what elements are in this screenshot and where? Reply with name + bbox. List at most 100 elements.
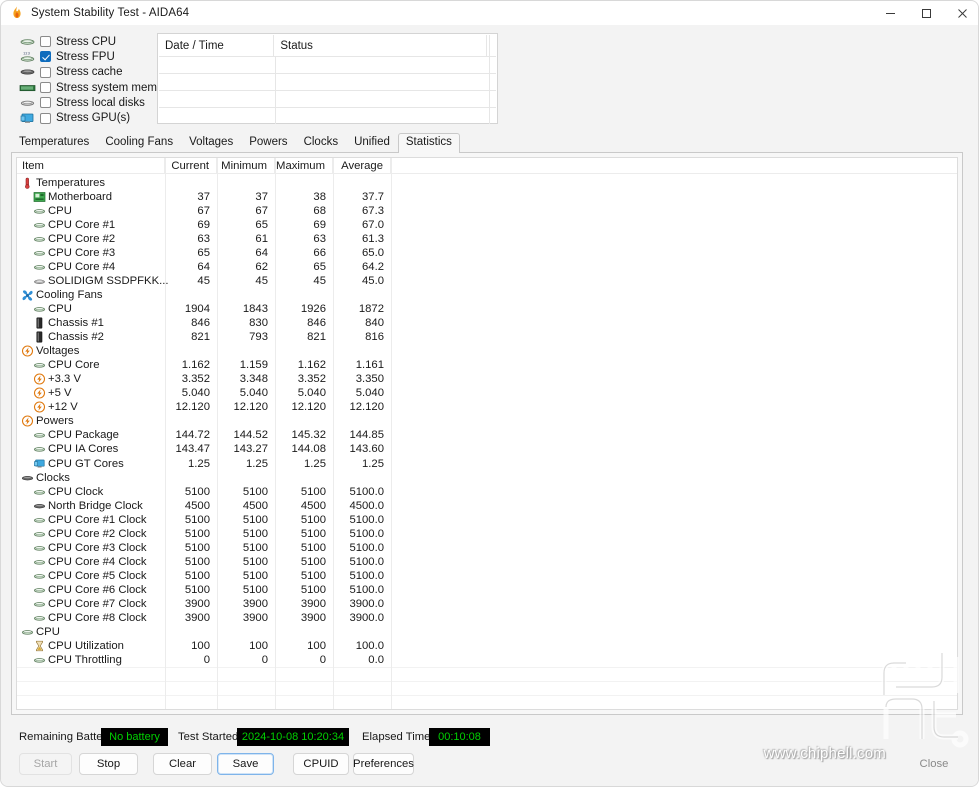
table-row[interactable]: Cooling Fans [17, 288, 957, 302]
column-header-average[interactable]: Average [333, 158, 391, 174]
table-row[interactable]: CPU Core #1 69 65 69 67.0 [17, 218, 957, 232]
chassis-icon [33, 331, 46, 343]
stress-gpu-checkbox[interactable] [40, 112, 51, 124]
row-label-text: CPU GT Cores [48, 457, 124, 470]
table-row[interactable]: CPU Core #4 Clock 5100 5100 5100 5100.0 [17, 555, 957, 569]
stress-option-cache[interactable]: Stress cache [19, 65, 159, 80]
row-maximum-cell: 846 [307, 317, 326, 329]
row-label-cell: CPU [21, 625, 60, 639]
footer-bar: Remaining Battery: No battery Test Start… [1, 719, 978, 786]
stress-cpu-checkbox[interactable] [40, 36, 51, 48]
stress-option-system-memory[interactable]: Stress system memory [19, 80, 173, 95]
stress-option-gpu[interactable]: Stress GPU(s) [19, 110, 159, 125]
table-row[interactable]: Temperatures [17, 176, 957, 190]
column-header-item[interactable]: Item [17, 158, 165, 174]
row-average-cell: 5100.0 [349, 555, 384, 568]
stress-system-memory-checkbox[interactable] [40, 82, 51, 94]
row-label-cell: Chassis #2 [33, 330, 104, 344]
start-button[interactable]: Start [19, 753, 72, 775]
tab-temperatures[interactable]: Temperatures [11, 134, 97, 152]
row-average-cell: 1.25 [362, 457, 384, 470]
table-row[interactable]: +3.3 V 3.352 3.348 3.352 3.350 [17, 372, 957, 386]
close-button[interactable]: Close [906, 753, 962, 775]
tab-statistics[interactable]: Statistics [397, 133, 460, 153]
table-row[interactable]: Chassis #2 821 793 821 816 [17, 330, 957, 344]
table-row[interactable]: CPU Package 144.72 144.52 145.32 144.85 [17, 428, 957, 442]
table-row[interactable]: CPU [17, 625, 957, 639]
table-row[interactable]: CPU Core #3 65 64 66 65.0 [17, 246, 957, 260]
row-current-cell: 5100 [184, 584, 210, 596]
stop-button[interactable]: Stop [79, 753, 138, 775]
stress-local-disks-checkbox[interactable] [40, 97, 51, 109]
row-minimum-cell: 67 [255, 204, 268, 217]
column-header-minimum[interactable]: Minimum [217, 158, 275, 174]
row-minimum-cell: 143.27 [233, 443, 268, 456]
table-row[interactable]: +12 V 12.120 12.120 12.120 12.120 [17, 400, 957, 414]
event-log-list[interactable]: Date / Time Status [157, 33, 498, 124]
battery-value: No battery [101, 728, 168, 746]
table-row[interactable]: CPU Throttling 0 0 0 0.0 [17, 653, 957, 667]
table-row[interactable]: +5 V 5.040 5.040 5.040 5.040 [17, 386, 957, 400]
row-label-text: CPU Core #4 [48, 260, 116, 273]
table-row[interactable]: CPU Core #2 Clock 5100 5100 5100 5100.0 [17, 527, 957, 541]
table-row[interactable]: CPU Core 1.162 1.159 1.162 1.161 [17, 358, 957, 372]
table-row[interactable]: Clocks [17, 471, 957, 485]
save-button[interactable]: Save [217, 753, 274, 775]
stress-cache-checkbox[interactable] [40, 66, 51, 78]
test-started-value: 2024-10-08 10:20:34 [237, 728, 349, 746]
table-row[interactable]: CPU Core #1 Clock 5100 5100 5100 5100.0 [17, 513, 957, 527]
maximize-icon[interactable] [908, 1, 944, 25]
table-row[interactable]: CPU 1904 1843 1926 1872 [17, 302, 957, 316]
tab-clocks[interactable]: Clocks [296, 134, 347, 152]
row-label-cell: CPU Core #3 [33, 246, 115, 260]
row-current-cell: 3900 [184, 612, 210, 625]
table-row[interactable]: CPU Core #7 Clock 3900 3900 3900 3900.0 [17, 597, 957, 611]
row-label-text: CPU Core #8 Clock [48, 612, 147, 625]
table-row[interactable]: CPU Core #3 Clock 5100 5100 5100 5100.0 [17, 541, 957, 555]
table-row[interactable]: CPU GT Cores 1.25 1.25 1.25 1.25 [17, 457, 957, 471]
row-maximum-cell: 1926 [300, 302, 326, 315]
cache-icon [19, 65, 36, 79]
tab-unified[interactable]: Unified [346, 134, 398, 152]
clear-button[interactable]: Clear [153, 753, 212, 775]
log-column-datetime[interactable]: Date / Time [159, 35, 275, 56]
table-row[interactable]: CPU IA Cores 143.47 143.27 144.08 143.60 [17, 442, 957, 456]
row-label-text: Chassis #2 [48, 331, 104, 344]
table-row[interactable]: CPU Core #2 63 61 63 61.3 [17, 232, 957, 246]
table-row[interactable]: CPU Core #4 64 62 65 64.2 [17, 260, 957, 274]
stress-option-local-disks[interactable]: Stress local disks [19, 95, 159, 110]
row-label-text: CPU Core #3 Clock [48, 541, 147, 554]
grid-row-divider [17, 667, 957, 669]
tab-voltages[interactable]: Voltages [181, 134, 241, 152]
table-row[interactable]: Voltages [17, 344, 957, 358]
stress-fpu-checkbox[interactable] [40, 51, 51, 63]
close-icon[interactable] [944, 1, 978, 25]
table-row[interactable]: CPU Utilization 100 100 100 100.0 [17, 639, 957, 653]
minimize-icon[interactable] [872, 1, 908, 25]
statistics-grid[interactable]: Item Current Minimum Maximum Average Tem… [16, 157, 958, 710]
tab-powers[interactable]: Powers [241, 134, 295, 152]
table-row[interactable]: Motherboard 37 37 38 37.7 [17, 190, 957, 204]
tab-cooling-fans[interactable]: Cooling Fans [97, 134, 181, 152]
row-label-text: Temperatures [36, 176, 106, 189]
table-row[interactable]: Powers [17, 414, 957, 428]
row-average-cell [333, 176, 391, 190]
preferences-button[interactable]: Preferences [353, 753, 414, 775]
table-row[interactable]: SOLIDIGM SSDPFKK... 45 45 45 45.0 [17, 274, 957, 288]
column-header-maximum[interactable]: Maximum [275, 158, 333, 174]
row-maximum-cell: 145.32 [291, 429, 326, 442]
cpuid-button[interactable]: CPUID [293, 753, 349, 775]
table-row[interactable]: North Bridge Clock 4500 4500 4500 4500.0 [17, 499, 957, 513]
table-row[interactable]: CPU Clock 5100 5100 5100 5100.0 [17, 485, 957, 499]
row-label-cell: CPU Throttling [33, 653, 122, 667]
stress-option-cpu[interactable]: Stress CPU [19, 34, 159, 49]
table-row[interactable]: CPU Core #8 Clock 3900 3900 3900 3900.0 [17, 611, 957, 625]
table-row[interactable]: CPU Core #5 Clock 5100 5100 5100 5100.0 [17, 569, 957, 583]
row-maximum-cell: 38 [313, 190, 326, 203]
table-row[interactable]: CPU 67 67 68 67.3 [17, 204, 957, 218]
table-row[interactable]: Chassis #1 846 830 846 840 [17, 316, 957, 330]
log-column-status[interactable]: Status [274, 35, 488, 56]
table-row[interactable]: CPU Core #6 Clock 5100 5100 5100 5100.0 [17, 583, 957, 597]
stress-option-fpu[interactable]: 123 Stress FPU [19, 49, 159, 64]
column-header-current[interactable]: Current [165, 158, 217, 174]
